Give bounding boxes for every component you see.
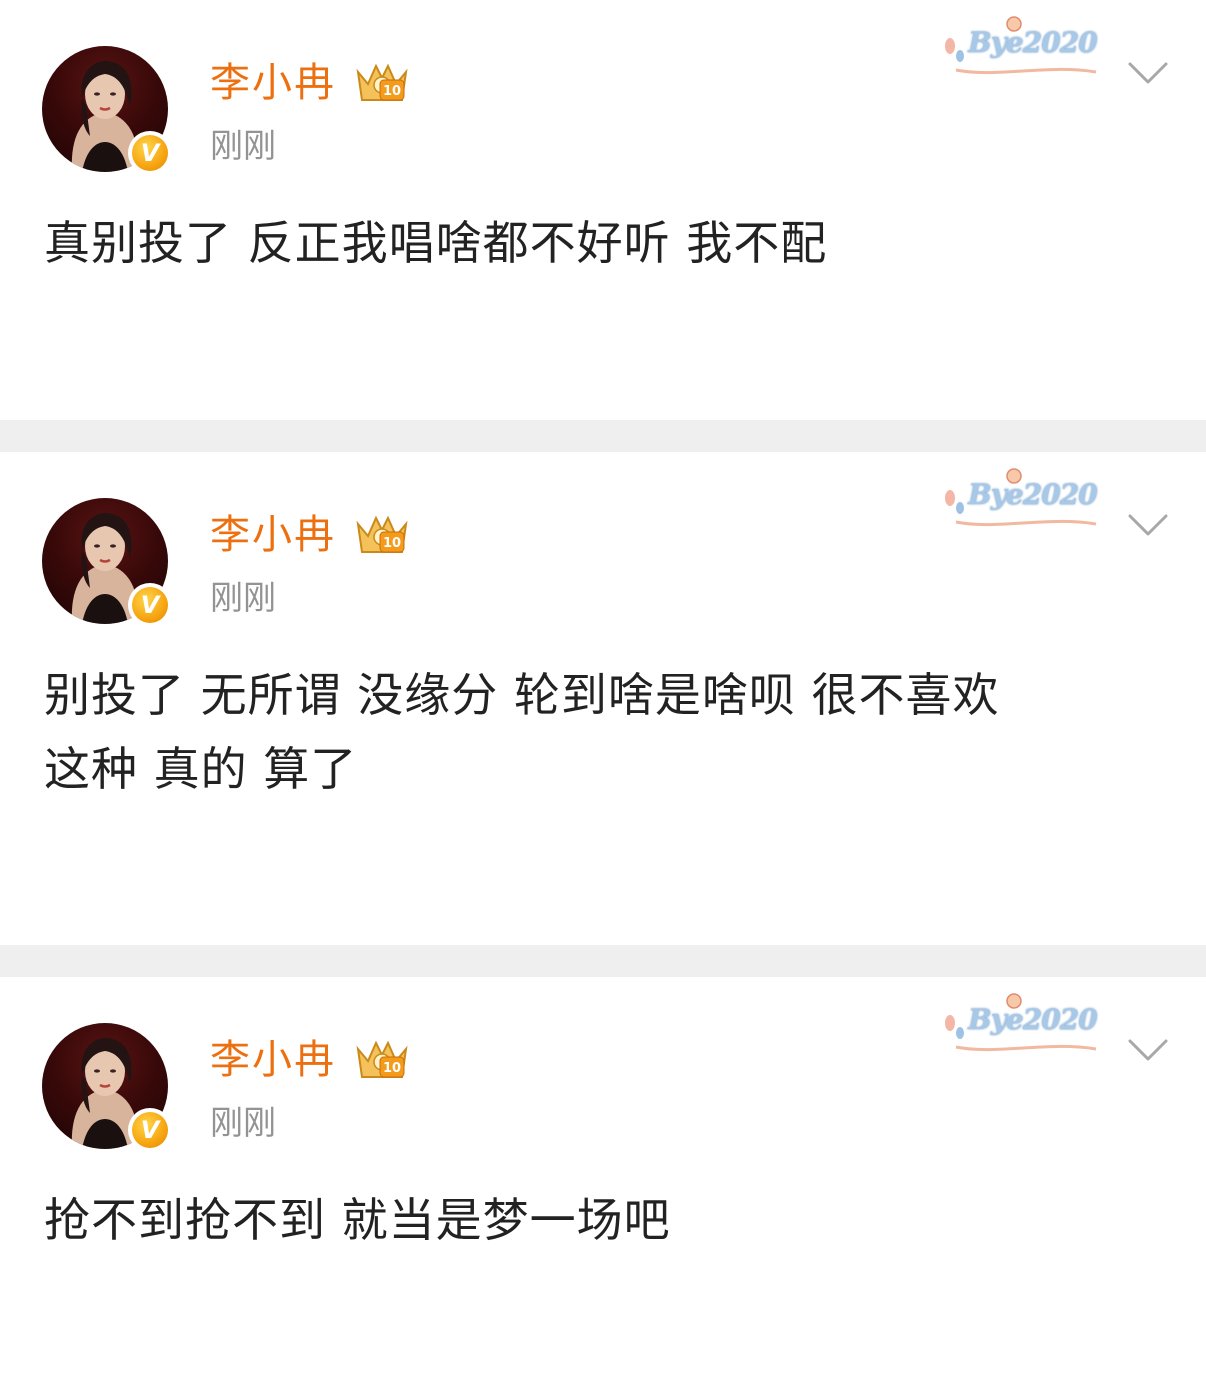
card-decoration: Bye2020 [936,989,1106,1059]
verified-badge: V [128,1108,172,1152]
weibo-post[interactable]: V 李小冉 10 刚刚 Bye2020 抢不到抢不到 就当是梦一场吧 [0,977,1206,1376]
vip-crown-icon[interactable]: 10 [354,510,410,558]
post-text-line: 真别投了 反正我唱啥都不好听 我不配 [44,216,828,270]
weibo-post[interactable]: V 李小冉 10 刚刚 Bye2020 别投了 无所谓 没缘分 轮到啥是啥呗 很… [0,452,1206,945]
weibo-feed: V 李小冉 10 刚刚 Bye2020 真别投了 反正我唱啥都不好听 我不配 V… [0,0,1206,1376]
decoration-text: Bye2020 [968,26,1098,59]
post-separator [0,945,1206,977]
verified-v-icon: V [132,1112,168,1148]
chevron-down-icon[interactable] [1128,1037,1168,1065]
vip-crown-icon[interactable]: 10 [354,1035,410,1083]
weibo-post[interactable]: V 李小冉 10 刚刚 Bye2020 真别投了 反正我唱啥都不好听 我不配 [0,0,1206,420]
post-timestamp: 刚刚 [210,126,276,165]
level-number: 10 [383,536,401,551]
decoration-text: Bye2020 [968,478,1098,511]
post-text-line: 抢不到抢不到 就当是梦一场吧 [44,1193,671,1247]
username[interactable]: 李小冉 [210,58,336,108]
verified-v-icon: V [132,135,168,171]
card-decoration: Bye2020 [936,464,1106,534]
post-timestamp: 刚刚 [210,1103,276,1142]
username[interactable]: 李小冉 [210,510,336,560]
post-text[interactable]: 别投了 无所谓 没缘分 轮到啥是啥呗 很不喜欢 这种 真的 算了 [44,658,1164,806]
post-text-line: 别投了 无所谓 没缘分 轮到啥是啥呗 很不喜欢 [44,668,1000,722]
chevron-down-icon[interactable] [1128,512,1168,540]
card-decoration: Bye2020 [936,12,1106,82]
post-timestamp: 刚刚 [210,578,276,617]
decoration-text: Bye2020 [968,1003,1098,1036]
vip-crown-icon[interactable]: 10 [354,58,410,106]
level-number: 10 [383,1061,401,1076]
post-text-line: 这种 真的 算了 [44,742,358,796]
verified-badge: V [128,583,172,627]
verified-badge: V [128,131,172,175]
post-text[interactable]: 抢不到抢不到 就当是梦一场吧 [44,1183,1164,1257]
chevron-down-icon[interactable] [1128,60,1168,88]
level-number: 10 [383,84,401,99]
post-separator [0,420,1206,452]
verified-v-icon: V [132,587,168,623]
post-text[interactable]: 真别投了 反正我唱啥都不好听 我不配 [44,206,1164,280]
username[interactable]: 李小冉 [210,1035,336,1085]
